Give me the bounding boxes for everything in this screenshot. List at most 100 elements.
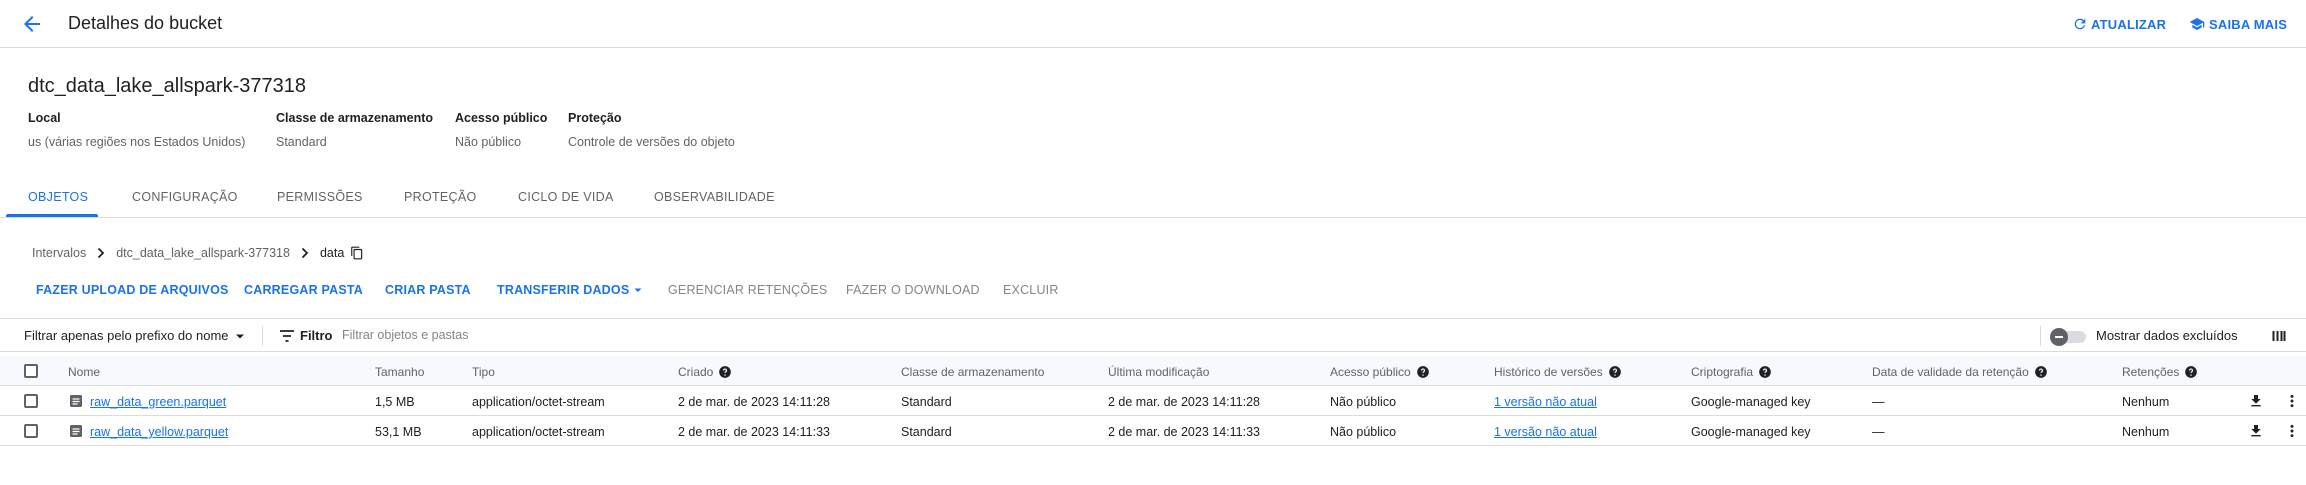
prop-label-public-access: Acesso público: [455, 111, 548, 125]
object-type: application/octet-stream: [472, 425, 605, 439]
download-icon[interactable]: [2248, 393, 2264, 412]
active-tab-indicator: [6, 214, 98, 217]
prefix-filter-label: Filtrar apenas pelo prefixo do nome: [24, 328, 229, 343]
breadcrumb: Intervalos dtc_data_lake_allspark-377318…: [32, 246, 364, 260]
object-type: application/octet-stream: [472, 395, 605, 409]
object-holds: Nenhum: [2122, 425, 2170, 439]
tab-protection[interactable]: PROTEÇÃO: [404, 190, 477, 204]
transfer-data-label: TRANSFERIR DADOS: [497, 283, 630, 297]
transfer-data-button[interactable]: TRANSFERIR DADOS: [497, 283, 644, 297]
row-checkbox[interactable]: [24, 424, 38, 438]
show-deleted-label: Mostrar dados excluídos: [2096, 328, 2238, 343]
refresh-icon: [2074, 18, 2086, 30]
copy-icon[interactable]: [350, 246, 364, 260]
school-icon: [2189, 18, 2205, 30]
prop-label-location: Local: [28, 111, 61, 125]
bucket-name: dtc_data_lake_allspark-377318: [28, 75, 306, 97]
prefix-filter-select[interactable]: Filtrar apenas pelo prefixo do nome: [24, 328, 247, 343]
object-versions-link[interactable]: 1 versão não atual: [1494, 425, 1597, 439]
learn-more-label: SAIBA MAIS: [2209, 16, 2288, 32]
delete-button[interactable]: EXCLUIR: [1003, 283, 1059, 297]
object-encryption: Google-managed key: [1691, 395, 1811, 409]
column-header-encryption[interactable]: Criptografia: [1691, 365, 1772, 379]
column-header-version-history[interactable]: Histórico de versões: [1494, 365, 1622, 379]
tab-permissions[interactable]: PERMISSÕES: [277, 190, 363, 204]
object-created: 2 de mar. de 2023 14:11:33: [678, 425, 830, 439]
chevron-right-icon: [96, 247, 106, 259]
show-deleted-toggle[interactable]: [2050, 328, 2086, 346]
select-all-checkbox[interactable]: [24, 364, 38, 378]
object-retention-date: —: [1872, 395, 1885, 409]
table-row[interactable]: raw_data_yellow.parquet 53,1 MB applicat…: [0, 416, 2306, 446]
object-public-access: Não público: [1330, 425, 1397, 439]
learn-more-button[interactable]: SAIBA MAIS: [2188, 16, 2287, 32]
toggle-knob: [2050, 328, 2068, 346]
column-header-last-modified[interactable]: Última modificação: [1108, 365, 1209, 379]
object-name-link[interactable]: raw_data_yellow.parquet: [90, 425, 228, 439]
prop-value-protection: Controle de versões do objeto: [568, 135, 735, 149]
caret-down-icon: [634, 288, 642, 292]
help-icon[interactable]: [1608, 365, 1622, 379]
breadcrumb-item-buckets[interactable]: Intervalos: [32, 246, 86, 260]
tab-observability[interactable]: OBSERVABILIDADE: [654, 190, 775, 204]
caret-down-icon: [235, 334, 244, 338]
upload-folder-button[interactable]: CARREGAR PASTA: [244, 283, 363, 297]
back-arrow-icon[interactable]: [20, 12, 44, 36]
filter-label: Filtro: [300, 328, 333, 343]
tab-lifecycle[interactable]: CICLO DE VIDA: [518, 190, 614, 204]
prop-value-storage-class: Standard: [276, 135, 327, 149]
filter-input[interactable]: [342, 324, 942, 346]
create-folder-button[interactable]: CRIAR PASTA: [385, 283, 471, 297]
prop-value-public-access: Não público: [455, 135, 522, 149]
tab-bar: OBJETOS CONFIGURAÇÃO PERMISSÕES PROTEÇÃO…: [0, 180, 2306, 218]
tab-configuration[interactable]: CONFIGURAÇÃO: [132, 190, 238, 204]
breadcrumb-item-bucket[interactable]: dtc_data_lake_allspark-377318: [116, 246, 290, 260]
help-icon[interactable]: [1416, 365, 1430, 379]
help-icon[interactable]: [2184, 365, 2198, 379]
prop-value-location: us (várias regiões nos Estados Unidos): [28, 135, 246, 149]
divider: [2040, 326, 2041, 346]
column-header-created[interactable]: Criado: [678, 365, 732, 379]
file-icon: [69, 394, 83, 411]
refresh-label: ATUALIZAR: [2091, 16, 2167, 32]
prop-label-storage-class: Classe de armazenamento: [276, 111, 434, 125]
manage-retention-button[interactable]: GERENCIAR RETENÇÕES: [668, 283, 827, 297]
table-header: Nome Tamanho Tipo Criado Classe de armaz…: [0, 356, 2306, 386]
refresh-button[interactable]: ATUALIZAR: [2072, 16, 2166, 32]
column-header-type[interactable]: Tipo: [472, 365, 495, 379]
help-icon[interactable]: [718, 365, 732, 379]
prop-label-protection: Proteção: [568, 111, 622, 125]
tab-objects[interactable]: OBJETOS: [28, 190, 88, 204]
divider: [262, 326, 263, 346]
object-public-access: Não público: [1330, 395, 1397, 409]
breadcrumb-item-current: data: [319, 246, 345, 260]
help-icon[interactable]: [1758, 365, 1772, 379]
help-icon[interactable]: [2034, 365, 2048, 379]
object-size: 1,5 MB: [375, 395, 415, 409]
more-vert-icon[interactable]: [2284, 423, 2300, 442]
top-bar: Detalhes do bucket ATUALIZAR SAIBA MAIS: [0, 0, 2306, 48]
object-encryption: Google-managed key: [1691, 425, 1811, 439]
column-header-holds[interactable]: Retenções: [2122, 365, 2198, 379]
more-vert-icon[interactable]: [2284, 393, 2300, 412]
filter-icon[interactable]: [279, 329, 295, 346]
file-icon: [69, 424, 83, 441]
page-title: Detalhes do bucket: [68, 13, 223, 33]
object-modified: 2 de mar. de 2023 14:11:28: [1108, 395, 1260, 409]
column-header-size[interactable]: Tamanho: [375, 365, 424, 379]
object-storage-class: Standard: [901, 425, 952, 439]
table-row[interactable]: raw_data_green.parquet 1,5 MB applicatio…: [0, 386, 2306, 416]
column-display-icon[interactable]: [2272, 329, 2286, 346]
row-checkbox[interactable]: [24, 394, 38, 408]
upload-files-button[interactable]: FAZER UPLOAD DE ARQUIVOS: [36, 283, 229, 297]
column-header-name[interactable]: Nome: [68, 365, 100, 379]
filter-bar: Filtrar apenas pelo prefixo do nome Filt…: [0, 318, 2306, 352]
download-icon[interactable]: [2248, 423, 2264, 442]
column-header-public-access[interactable]: Acesso público: [1330, 365, 1430, 379]
object-versions-link[interactable]: 1 versão não atual: [1494, 395, 1597, 409]
column-header-storage-class[interactable]: Classe de armazenamento: [901, 365, 1044, 379]
column-header-retention-date[interactable]: Data de validade da retenção: [1872, 365, 2048, 379]
download-button[interactable]: FAZER O DOWNLOAD: [846, 283, 980, 297]
object-created: 2 de mar. de 2023 14:11:28: [678, 395, 830, 409]
object-name-link[interactable]: raw_data_green.parquet: [90, 395, 226, 409]
